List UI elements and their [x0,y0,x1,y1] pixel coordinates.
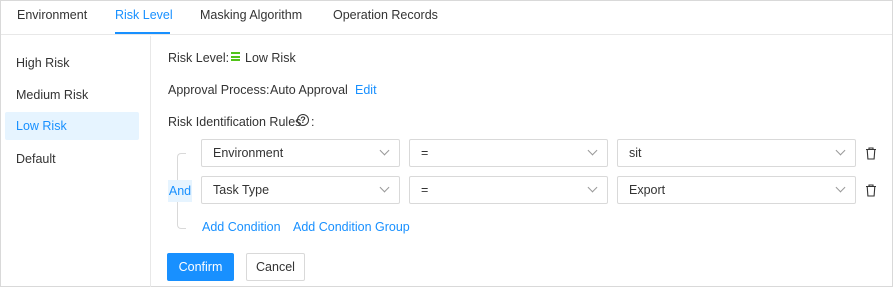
edit-approval-link[interactable]: Edit [355,83,377,97]
risk-level-panel: Environment Risk Level Masking Algorithm… [0,0,893,287]
condition-1-field-value: Environment [213,146,284,160]
rules-label-colon: : [311,115,315,129]
condition-2-operator-value: = [421,183,429,197]
sidebar-item-default[interactable]: Default [5,145,139,173]
condition-1-operator-value: = [421,146,429,160]
delete-condition-2-icon[interactable] [865,184,877,197]
risk-level-sidebar: High Risk Medium Risk Low Risk Default [1,36,151,287]
chevron-down-icon [380,148,389,157]
risk-level-label: Risk Level: [168,51,230,65]
condition-2-value-select[interactable]: Export [617,176,856,204]
tab-environment[interactable]: Environment [17,1,87,35]
low-risk-icon [231,52,240,63]
active-tab-indicator [115,32,170,34]
risk-level-value: Low Risk [245,51,296,65]
condition-1-value-select[interactable]: sit [617,139,856,167]
condition-2-field-select[interactable]: Task Type [201,176,400,204]
confirm-button[interactable]: Confirm [167,253,234,281]
sidebar-item-low-risk[interactable]: Low Risk [5,112,139,140]
approval-process-label: Approval Process: [168,83,270,97]
add-condition-group-link[interactable]: Add Condition Group [293,220,410,234]
condition-2-value: Export [629,183,666,197]
chevron-down-icon [836,148,845,157]
condition-2-operator-select[interactable]: = [409,176,608,204]
sidebar-item-medium-risk[interactable]: Medium Risk [5,81,139,109]
add-condition-link[interactable]: Add Condition [202,220,281,234]
chevron-down-icon [588,148,597,157]
approval-process-value: Auto Approval [270,83,348,97]
tab-bar: Environment Risk Level Masking Algorithm… [1,1,892,35]
tab-risk-level[interactable]: Risk Level [115,1,173,35]
condition-1-operator-select[interactable]: = [409,139,608,167]
sidebar-item-high-risk[interactable]: High Risk [5,49,139,77]
cancel-button[interactable]: Cancel [246,253,305,281]
chevron-down-icon [380,185,389,194]
question-circle-icon[interactable]: ? [297,114,309,126]
delete-condition-1-icon[interactable] [865,147,877,160]
risk-identification-rules-label: Risk Identification Rules [168,115,302,129]
tab-operation-records[interactable]: Operation Records [333,1,438,35]
condition-2-field-value: Task Type [213,183,270,197]
chevron-down-icon [836,185,845,194]
condition-1-value: sit [629,146,642,160]
condition-1-field-select[interactable]: Environment [201,139,400,167]
chevron-down-icon [588,185,597,194]
logic-operator-toggle[interactable]: And [168,180,192,202]
tab-masking-algorithm[interactable]: Masking Algorithm [200,1,302,35]
